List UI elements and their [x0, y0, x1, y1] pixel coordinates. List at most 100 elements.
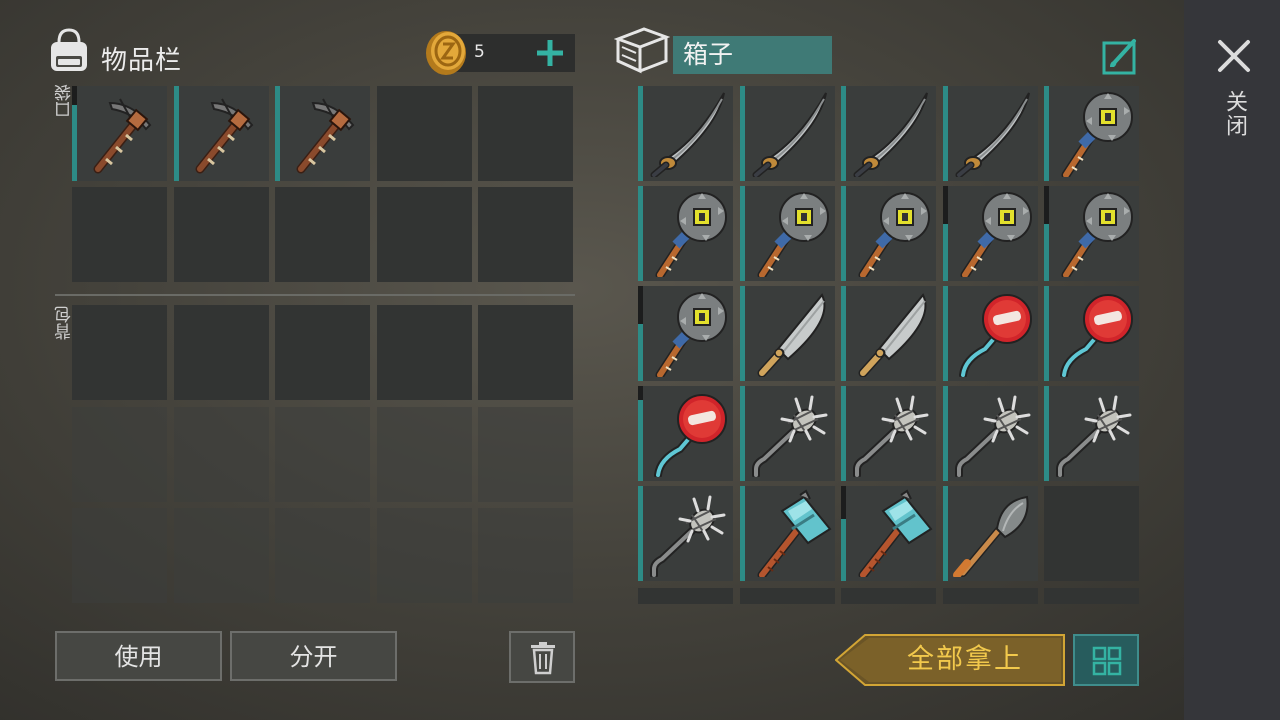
pocket-slot[interactable]: [72, 187, 167, 282]
close-label[interactable]: 关闭: [1220, 90, 1250, 138]
chest-slot[interactable]: [638, 186, 733, 281]
chest-slot[interactable]: [739, 186, 835, 281]
close-icon[interactable]: [1212, 34, 1256, 78]
durability-bar: [275, 86, 280, 181]
stop-sign-axe-icon: [1052, 289, 1136, 377]
sawblade-mace-icon: [646, 289, 730, 377]
backpack-slot[interactable]: [173, 406, 269, 502]
chest-slot[interactable]: [942, 486, 1038, 581]
paint-brush-icon[interactable]: [1102, 37, 1140, 75]
pocket-slot[interactable]: [478, 187, 573, 282]
backpack-slot[interactable]: [376, 305, 472, 400]
durability-bar: [942, 486, 948, 581]
chest-slot[interactable]: [739, 588, 835, 604]
chest-slot[interactable]: [1044, 386, 1139, 481]
pocket-slot[interactable]: [376, 86, 472, 181]
backpack-slot[interactable]: [72, 406, 167, 502]
backpack-slot[interactable]: [275, 508, 370, 603]
backpack-slot[interactable]: [376, 406, 472, 502]
sawblade-mace-icon: [646, 189, 730, 277]
chest-slot[interactable]: [841, 486, 936, 581]
chest-slot[interactable]: [739, 486, 835, 581]
sawblade-mace-icon: [951, 189, 1035, 277]
chest-slot[interactable]: [942, 588, 1038, 604]
backpack-slot[interactable]: [72, 305, 167, 400]
durability-bar: [1044, 286, 1049, 381]
pickaxe-icon: [80, 89, 164, 177]
add-currency-button[interactable]: [532, 36, 568, 70]
chest-slot[interactable]: [638, 486, 733, 581]
durability-bar: [739, 86, 745, 181]
chest-slot[interactable]: [942, 286, 1038, 381]
durability-bar: [173, 86, 179, 181]
chest-slot[interactable]: [638, 286, 733, 381]
chest-slot[interactable]: [942, 186, 1038, 281]
durability-bar: [841, 486, 846, 581]
backpack-slot[interactable]: [72, 508, 167, 603]
durability-bar: [841, 86, 846, 181]
backpack-slot[interactable]: [173, 508, 269, 603]
pickaxe-icon: [283, 89, 367, 177]
chest-slot[interactable]: [841, 186, 936, 281]
chest-title: 箱子: [673, 36, 832, 74]
durability-bar: [739, 186, 745, 281]
pocket-slot[interactable]: [72, 86, 167, 181]
chest-slot[interactable]: [1044, 186, 1139, 281]
pocket-slot[interactable]: [173, 187, 269, 282]
pocket-slot[interactable]: [173, 86, 269, 181]
sledgehammer-icon: [849, 489, 933, 577]
chest-slot[interactable]: [739, 386, 835, 481]
backpack-slot[interactable]: [275, 406, 370, 502]
durability-bar: [638, 86, 643, 181]
backpack-slot[interactable]: [173, 305, 269, 400]
durability-bar: [942, 286, 948, 381]
chest-slot[interactable]: [638, 588, 733, 604]
chest-slot[interactable]: [942, 386, 1038, 481]
pocket-slot[interactable]: [376, 187, 472, 282]
sawblade-mace-icon: [748, 189, 832, 277]
backpack-slot[interactable]: [478, 406, 573, 502]
split-button[interactable]: 分开: [230, 631, 397, 681]
sawblade-mace-icon: [849, 189, 933, 277]
chest-slot[interactable]: [739, 86, 835, 181]
backpack-slot[interactable]: [478, 305, 573, 400]
chest-slot[interactable]: [1044, 286, 1139, 381]
durability-bar: [638, 186, 643, 281]
spiked-pipe-icon: [646, 489, 730, 577]
chest-slot[interactable]: [942, 86, 1038, 181]
durability-bar: [942, 86, 948, 181]
chest-slot[interactable]: [841, 386, 936, 481]
chest-slot[interactable]: [1044, 486, 1139, 581]
use-button[interactable]: 使用: [55, 631, 222, 681]
chest-slot[interactable]: [1044, 588, 1139, 604]
durability-bar: [638, 286, 643, 381]
durability-bar: [739, 286, 745, 381]
durability-bar: [638, 386, 643, 481]
chest-slot[interactable]: [841, 86, 936, 181]
durability-bar: [72, 86, 77, 181]
pocket-slot[interactable]: [275, 86, 370, 181]
chest-slot[interactable]: [841, 286, 936, 381]
pocket-slot[interactable]: [275, 187, 370, 282]
chest-icon: [614, 27, 670, 74]
katana-icon: [951, 89, 1035, 177]
take-all-label[interactable]: 全部拿上: [870, 634, 1060, 686]
chest-slot[interactable]: [1044, 86, 1139, 181]
backpack-slot[interactable]: [376, 508, 472, 603]
chest-slot[interactable]: [841, 588, 936, 604]
chest-slot[interactable]: [638, 86, 733, 181]
trash-icon: [531, 642, 555, 675]
sort-button[interactable]: [1073, 634, 1139, 686]
grid-sort-icon: [1092, 646, 1122, 676]
spiked-pipe-icon: [748, 389, 832, 477]
backpack-slot[interactable]: [478, 508, 573, 603]
sawblade-mace-icon: [1052, 89, 1136, 177]
chest-slot[interactable]: [739, 286, 835, 381]
pickaxe-icon: [182, 89, 266, 177]
coin-icon: [426, 31, 466, 75]
katana-icon: [748, 89, 832, 177]
chest-slot[interactable]: [638, 386, 733, 481]
trash-button[interactable]: [509, 631, 575, 683]
backpack-slot[interactable]: [275, 305, 370, 400]
pocket-slot[interactable]: [478, 86, 573, 181]
